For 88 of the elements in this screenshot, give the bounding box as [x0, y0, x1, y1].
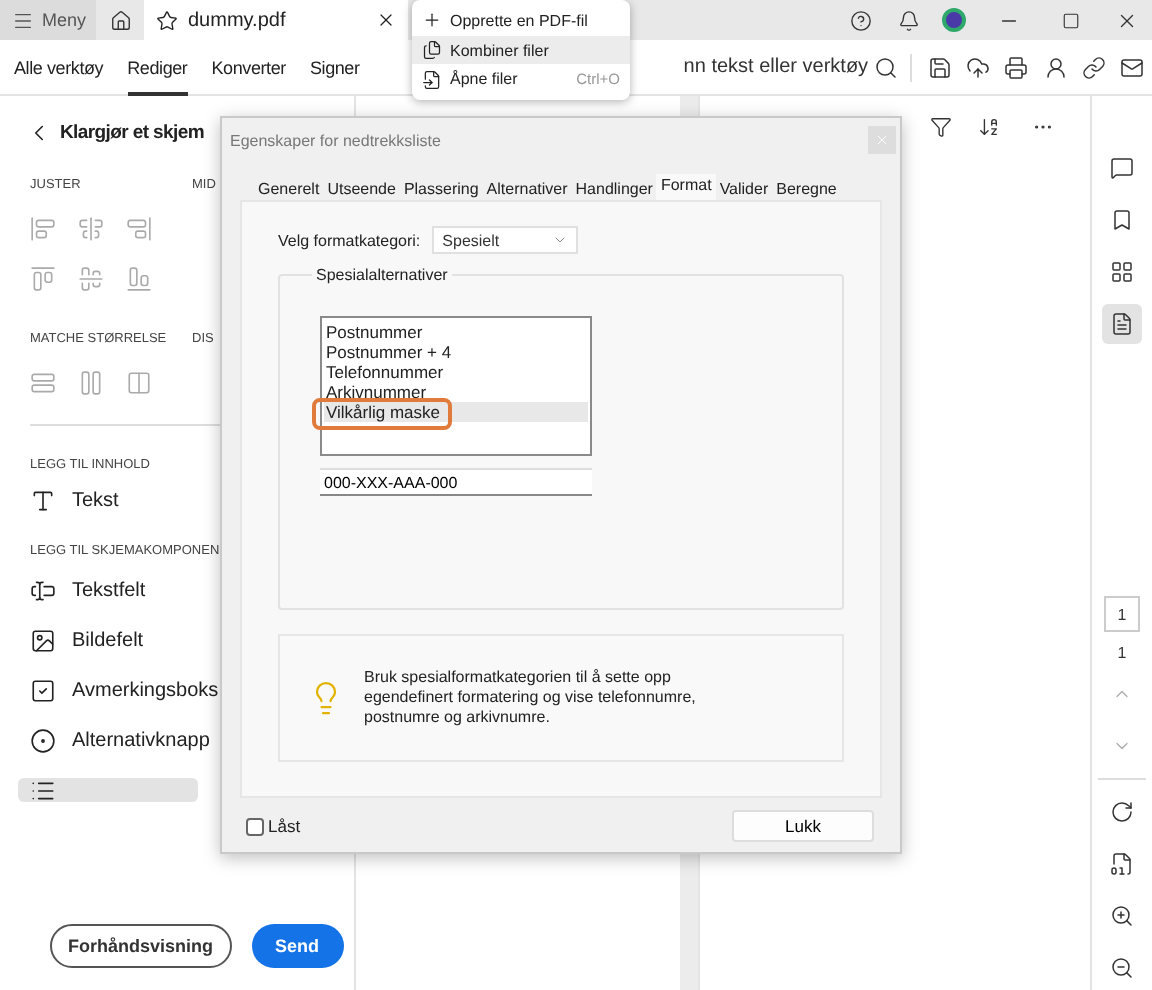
locked-checkbox[interactable]: Låst [246, 816, 301, 836]
dialog-tab[interactable]: Alternativer [482, 178, 572, 200]
rotate-icon [1110, 800, 1134, 824]
zoom-in-icon [1110, 904, 1134, 928]
close-icon [874, 132, 890, 148]
menu-button[interactable]: Meny [0, 0, 96, 40]
component-tool[interactable]: Tekstfelt [18, 566, 198, 616]
menu-item[interactable]: Opprette en PDF-fil [412, 6, 630, 36]
text-tool[interactable]: Tekst [18, 472, 198, 528]
cloud-upload-icon [965, 55, 990, 79]
dialog-tab[interactable]: Utseende [323, 178, 400, 200]
zoom-out-icon [1110, 956, 1134, 980]
menu-item[interactable]: Kombiner filer [412, 35, 630, 65]
user-icon [1043, 55, 1068, 79]
toolbar-tab[interactable]: Konverter [211, 39, 286, 95]
component-tool[interactable]: Avmerkingsboks [18, 666, 219, 716]
dialog-tab[interactable]: Format [656, 174, 716, 200]
text-icon [30, 487, 56, 513]
home-icon [109, 9, 131, 31]
search-icon [873, 55, 898, 79]
toolbar-tab[interactable]: Rediger [127, 39, 188, 95]
page-icon [1110, 852, 1134, 876]
component-tool[interactable]: Bildefelt [18, 616, 198, 666]
printer-icon [1004, 55, 1029, 79]
dialog-tab[interactable]: Valider [715, 178, 773, 200]
list-option[interactable]: Arkivnummer [324, 382, 588, 402]
align-middle-icon [78, 266, 104, 292]
dialog-tab[interactable]: Handlinger [571, 178, 657, 200]
comment-icon [1110, 156, 1134, 180]
sort-button[interactable] [974, 116, 1002, 138]
group-legend: Spesialalternativer [312, 266, 452, 284]
checkbox-icon [30, 678, 56, 704]
link-icon [1082, 55, 1107, 79]
page-icon [1110, 312, 1134, 336]
filter-icon [929, 116, 951, 138]
bookmark-icon [1110, 208, 1134, 232]
list-option[interactable]: Postnummer [324, 322, 588, 342]
close-dialog-button[interactable]: Lukk [732, 810, 874, 842]
text-field-icon [30, 578, 56, 604]
document-tab[interactable]: dummy.pdf [144, 0, 408, 40]
radio-button-icon [30, 728, 56, 754]
save-icon [927, 55, 952, 79]
toolbar-tab[interactable]: Signer [309, 39, 360, 95]
mail-icon [1120, 55, 1145, 79]
file-icon [422, 69, 442, 90]
dialog-title: Egenskaper for nedtrekksliste [230, 131, 441, 149]
chevron-down-icon [552, 232, 569, 248]
align-left-icon [30, 216, 56, 242]
info-text: Bruk spesialformatkategorien til å sette opp egendefinert formatering og vise telefonnumre, postnumre og arkivnumre. [364, 668, 698, 728]
match-height-icon [30, 370, 56, 396]
star-icon [156, 9, 178, 31]
match-size-icon [126, 370, 152, 396]
align-bottom-icon [126, 266, 152, 292]
mask-input[interactable]: 000-XXX-AAA-000 [320, 468, 592, 496]
align-top-icon [30, 266, 56, 292]
page-button[interactable] [1102, 304, 1142, 344]
close-icon [1115, 9, 1137, 31]
close-icon [376, 10, 396, 30]
bell-icon [897, 9, 919, 31]
match-width-icon [78, 370, 104, 396]
dialog-tab[interactable]: Plassering [399, 178, 483, 200]
dialog-tab[interactable]: Beregne [772, 178, 841, 200]
component-tool[interactable] [18, 778, 198, 802]
dialog-tab[interactable]: Generelt [254, 178, 324, 200]
sort-icon [977, 116, 999, 138]
preview-button[interactable]: Forhåndsvisning [50, 924, 232, 968]
menu-icon [12, 9, 34, 31]
highlight-frame [316, 402, 448, 426]
align-right-icon [126, 216, 152, 242]
field-label: Velg formatkategori: [278, 231, 421, 249]
send-button[interactable]: Send [251, 924, 344, 968]
page-count: 1 [1117, 644, 1127, 662]
list-option[interactable]: Postnummer + 4 [324, 342, 588, 362]
maximize-icon [1061, 11, 1079, 29]
files-icon [422, 40, 442, 60]
list-option[interactable]: Telefonnummer [324, 362, 588, 382]
help-icon [849, 9, 871, 31]
grid-icon [1110, 260, 1134, 284]
plus-icon [422, 10, 442, 31]
align-center-icon [78, 216, 104, 242]
format-category-select[interactable]: Spesielt [432, 226, 579, 254]
search-field[interactable]: nn tekst eller verktøy [683, 56, 869, 78]
filter-button[interactable] [926, 116, 954, 138]
component-tool[interactable]: Alternativknapp [18, 716, 210, 766]
page-number-field[interactable]: 1 [1104, 596, 1140, 632]
image-icon [30, 628, 56, 654]
panel-title: Klargjør et skjem [60, 121, 204, 143]
toolbar-tab[interactable]: Alle verktøy [14, 39, 104, 95]
